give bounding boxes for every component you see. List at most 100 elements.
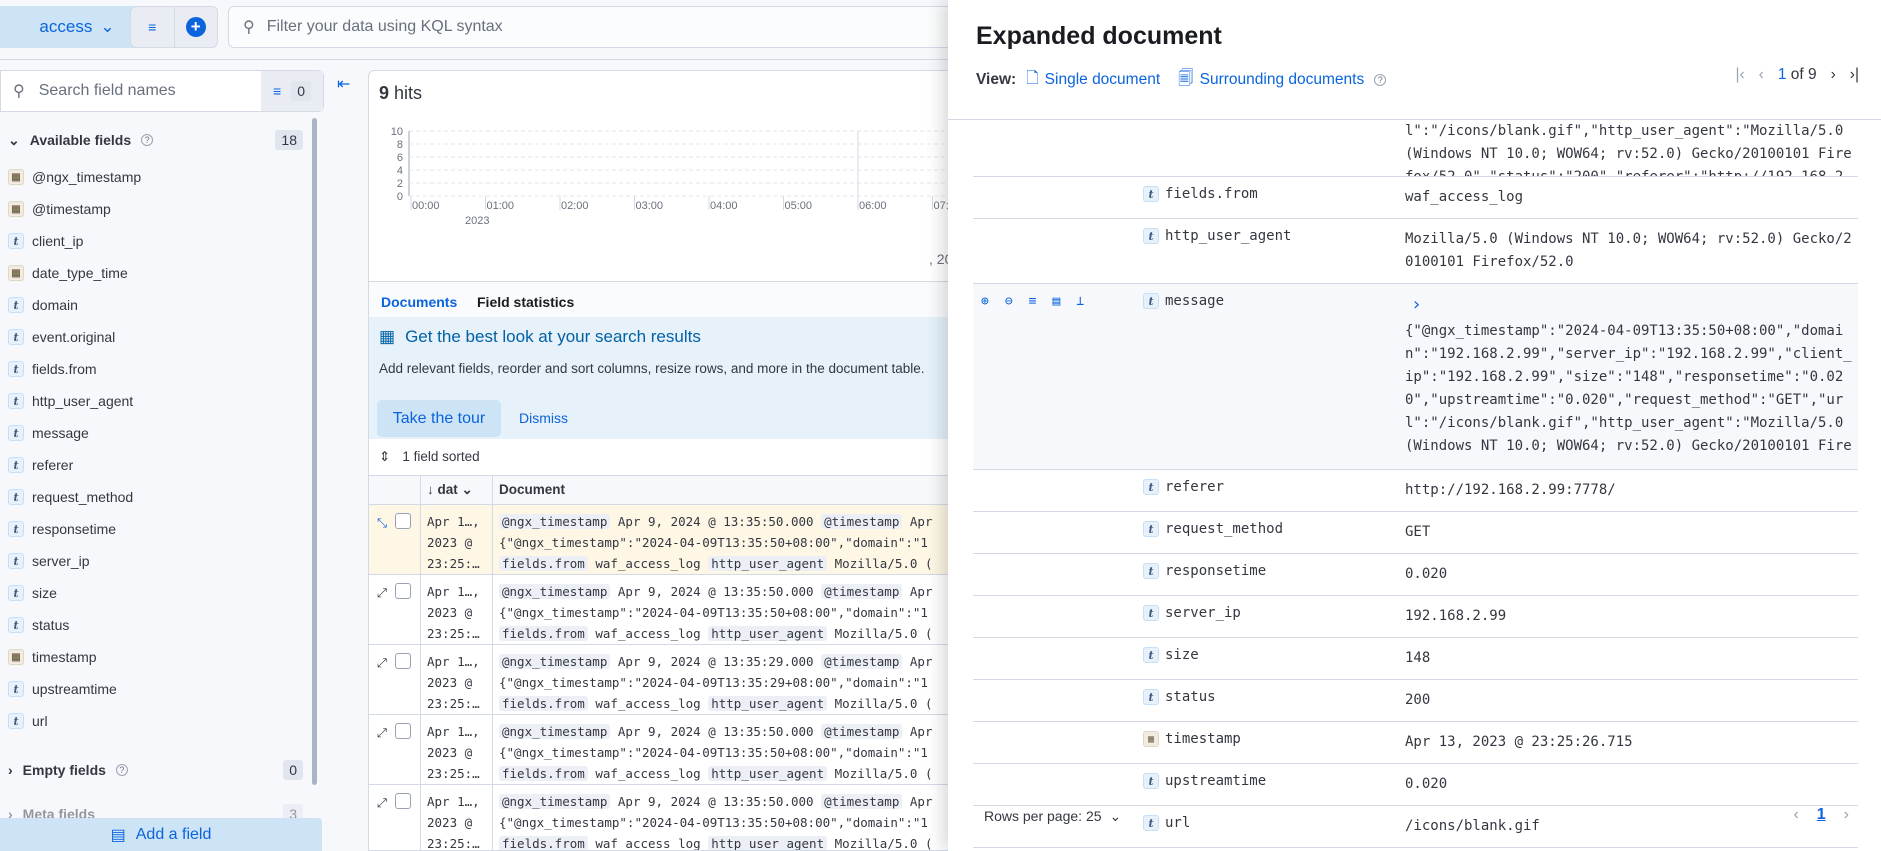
histogram[interactable]: 1086420 00:00 01:00 02:00 03:00 04:00 05:00 06:… bbox=[379, 123, 979, 243]
row-controls: ⤢ bbox=[369, 575, 421, 644]
page-1-button[interactable]: 1 bbox=[1817, 806, 1826, 824]
toggle-column-icon[interactable]: ▤ bbox=[1052, 294, 1060, 469]
sidebar-field-item[interactable]: t client_ip bbox=[8, 225, 141, 257]
sidebar-field-item[interactable]: t domain bbox=[8, 289, 141, 321]
sidebar-field-item[interactable]: t referer bbox=[8, 449, 141, 481]
document-field-row: t fields.from waf_access_log bbox=[973, 177, 1858, 219]
field-name: fields.from bbox=[32, 361, 97, 377]
sidebar-field-item[interactable]: t responsetime bbox=[8, 513, 141, 545]
field-value[interactable]: {"@ngx_timestamp":"2024-04-09T13:35:50+0… bbox=[1405, 320, 1858, 460]
expand-icon[interactable]: ⤢ bbox=[377, 793, 387, 850]
field-token: http_user_agent bbox=[708, 836, 828, 850]
field-value: Mozilla/5.0 ( bbox=[834, 696, 933, 711]
sidebar-field-item[interactable]: t upstreamtime bbox=[8, 673, 141, 705]
previous-page-icon[interactable]: ‹ bbox=[1793, 806, 1798, 824]
field-value: Apr bbox=[909, 654, 933, 669]
expand-icon[interactable]: ⤢ bbox=[377, 653, 387, 714]
text-type-icon: t bbox=[1143, 605, 1159, 621]
data-view-label: access bbox=[39, 17, 93, 36]
field-name-cell: t fields.from bbox=[1143, 177, 1405, 218]
filter-menu-button[interactable]: ≡ bbox=[131, 7, 175, 47]
field-value: Apr 9, 2024 @ 13:35:50.000 bbox=[617, 584, 814, 599]
available-fields-toggle[interactable]: ⌄ Available fields? 18 bbox=[8, 130, 303, 150]
field-name: upstreamtime bbox=[1165, 773, 1267, 789]
field-filter-button[interactable]: ≡ 0 bbox=[261, 71, 323, 111]
x-tick-label: 00:00 bbox=[412, 200, 440, 212]
collapse-sidebar-icon[interactable]: ⇤ bbox=[337, 74, 350, 94]
field-search-input[interactable]: ⚲ Search field names bbox=[1, 81, 261, 101]
text-type-icon: t bbox=[8, 297, 24, 313]
collapse-icon[interactable]: ⤡ bbox=[377, 513, 387, 574]
rows-per-page-select[interactable]: Rows per page: 25 ⌄ bbox=[984, 808, 1121, 825]
sidebar-field-item[interactable]: t message bbox=[8, 417, 141, 449]
field-name: responsetime bbox=[1165, 563, 1267, 579]
sidebar-field-item[interactable]: t fields.from bbox=[8, 353, 141, 385]
hits-number: 9 bbox=[379, 83, 390, 103]
dismiss-button[interactable]: Dismiss bbox=[519, 410, 568, 426]
row-controls: ⤢ bbox=[369, 715, 421, 784]
row-checkbox[interactable] bbox=[395, 793, 412, 809]
add-field-button[interactable]: ▤ Add a field bbox=[0, 818, 322, 851]
take-tour-button[interactable]: Take the tour bbox=[377, 400, 501, 437]
expand-icon[interactable]: ⤢ bbox=[377, 583, 387, 644]
date-line: 2023 @ bbox=[427, 745, 473, 760]
text-type-icon: t bbox=[1143, 773, 1159, 789]
row-checkbox[interactable] bbox=[395, 723, 412, 739]
field-name-cell: ▦ timestamp bbox=[1143, 722, 1405, 763]
field-actions bbox=[973, 764, 1143, 805]
sidebar-field-item[interactable]: ▦ date_type_time bbox=[8, 257, 141, 289]
filter-count: 0 bbox=[291, 81, 311, 101]
field-token: @ngx_timestamp bbox=[499, 654, 611, 669]
y-tick-label: 4 bbox=[397, 165, 403, 177]
sidebar-field-item[interactable]: t url bbox=[8, 705, 141, 737]
field-name: status bbox=[32, 617, 70, 633]
expand-value-icon[interactable]: › bbox=[1411, 293, 1858, 316]
first-page-icon[interactable]: |‹ bbox=[1735, 66, 1744, 84]
date-column-header[interactable]: ↓ dat ⌄ bbox=[421, 476, 493, 504]
field-name-cell: t responsetime bbox=[1143, 554, 1405, 595]
sidebar-field-item[interactable]: ▦ timestamp bbox=[8, 641, 141, 673]
sidebar-scrollbar[interactable] bbox=[312, 118, 317, 785]
expand-icon[interactable]: ⤢ bbox=[377, 723, 387, 784]
text-type-icon: t bbox=[8, 361, 24, 377]
surrounding-documents-link[interactable]: 🗐 Surrounding documents bbox=[1178, 66, 1364, 93]
field-actions bbox=[973, 554, 1143, 595]
pin-icon[interactable]: ⊥ bbox=[1076, 294, 1084, 469]
chevron-down-icon: ⌄ bbox=[1109, 808, 1122, 824]
filter-for-value-icon[interactable]: ⊕ bbox=[981, 294, 989, 469]
field-search-placeholder: Search field names bbox=[38, 82, 176, 99]
sidebar-field-item[interactable]: t http_user_agent bbox=[8, 385, 141, 417]
sidebar-field-item[interactable]: t server_ip bbox=[8, 545, 141, 577]
document-field-row: t upstreamtime 0.020 bbox=[973, 764, 1858, 806]
field-token: fields.from bbox=[499, 696, 588, 711]
row-checkbox[interactable] bbox=[395, 583, 412, 599]
sidebar-field-item[interactable]: ▦ @ngx_timestamp bbox=[8, 161, 141, 193]
pager-total: 9 bbox=[1808, 66, 1817, 83]
filter-icon[interactable]: ≡ bbox=[1029, 294, 1037, 469]
field-name-cell: t upstreamtime bbox=[1143, 764, 1405, 805]
sidebar-field-item[interactable]: t event.original bbox=[8, 321, 141, 353]
document-field-row: t status 200 bbox=[973, 680, 1858, 722]
filter-out-value-icon[interactable]: ⊖ bbox=[1005, 294, 1013, 469]
sidebar-field-item[interactable]: t request_method bbox=[8, 481, 141, 513]
field-token: fields.from bbox=[499, 836, 588, 850]
sort-button[interactable]: ⇕ 1 field sorted bbox=[379, 449, 480, 465]
next-page-icon[interactable]: › bbox=[1844, 806, 1849, 824]
add-filter-button[interactable]: + bbox=[175, 7, 218, 47]
field-actions: ⊕ ⊖ ≡ ▤ ⊥ bbox=[973, 284, 1143, 469]
row-checkbox[interactable] bbox=[395, 653, 412, 669]
sidebar-field-item[interactable]: t size bbox=[8, 577, 141, 609]
next-icon[interactable]: › bbox=[1831, 66, 1836, 84]
field-name: upstreamtime bbox=[32, 681, 117, 697]
previous-icon[interactable]: ‹ bbox=[1759, 66, 1764, 84]
documents-icon: 🗐 bbox=[1178, 70, 1194, 87]
single-document-link[interactable]: 🗋 Single document bbox=[1026, 66, 1160, 93]
field-name: client_ip bbox=[32, 233, 84, 249]
last-page-icon[interactable]: ›| bbox=[1850, 66, 1859, 84]
sidebar-field-item[interactable]: ▦ @timestamp bbox=[8, 193, 141, 225]
sidebar-field-item[interactable]: t status bbox=[8, 609, 141, 641]
date-line: 23:25:… bbox=[427, 626, 480, 641]
empty-fields-toggle[interactable]: › Empty fields? 0 bbox=[8, 760, 303, 780]
field-token: http_user_agent bbox=[708, 766, 828, 781]
row-checkbox[interactable] bbox=[395, 513, 412, 529]
